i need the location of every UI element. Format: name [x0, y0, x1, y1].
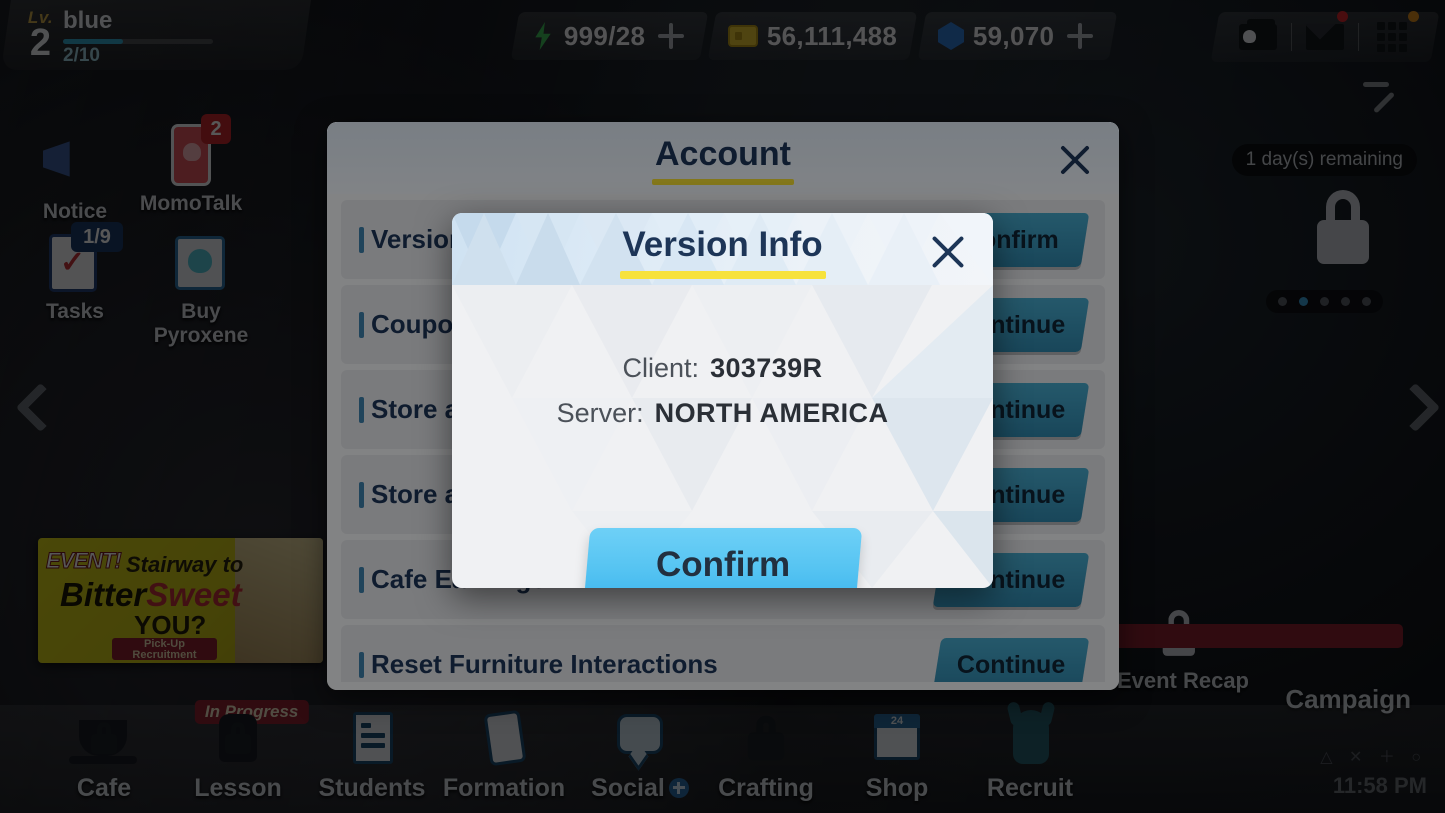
- row-action-button[interactable]: Continue: [932, 637, 1090, 682]
- row-accent-bar: [359, 651, 364, 678]
- confirm-button[interactable]: Confirm: [583, 528, 863, 588]
- server-key: Server:: [556, 398, 644, 428]
- account-dialog-header: Account: [327, 122, 1119, 194]
- version-info-dialog: Version Info Client: 303739R Server: NOR…: [452, 213, 993, 588]
- version-dialog-body: Client: 303739R Server: NORTH AMERICA Co…: [452, 285, 993, 588]
- client-value: 303739R: [710, 353, 823, 383]
- row-accent-bar: [359, 481, 364, 508]
- row-accent-bar: [359, 566, 364, 593]
- row-accent-bar: [359, 396, 364, 423]
- row-label: Reset Furniture Interactions: [371, 649, 718, 679]
- client-key: Client:: [622, 353, 700, 383]
- row-label: Store a: [371, 479, 460, 509]
- close-icon[interactable]: [1053, 138, 1097, 182]
- row-action-label: Continue: [956, 650, 1066, 678]
- server-row: Server: NORTH AMERICA: [452, 398, 993, 429]
- version-info-rows: Client: 303739R Server: NORTH AMERICA: [452, 353, 993, 443]
- confirm-button-label: Confirm: [655, 545, 791, 584]
- table-row[interactable]: Reset Furniture Interactions Continue: [341, 625, 1105, 682]
- row-label: Store a: [371, 394, 460, 424]
- account-dialog-title: Account: [655, 135, 791, 173]
- version-dialog-header: Version Info: [452, 213, 993, 285]
- close-icon[interactable]: [925, 229, 971, 275]
- server-value: NORTH AMERICA: [654, 398, 889, 428]
- version-dialog-title: Version Info: [622, 225, 823, 264]
- title-underline: [652, 179, 794, 185]
- row-accent-bar: [359, 226, 364, 253]
- client-row: Client: 303739R: [452, 353, 993, 384]
- title-underline: [619, 271, 826, 279]
- row-accent-bar: [359, 311, 364, 338]
- row-label: Version: [371, 224, 465, 254]
